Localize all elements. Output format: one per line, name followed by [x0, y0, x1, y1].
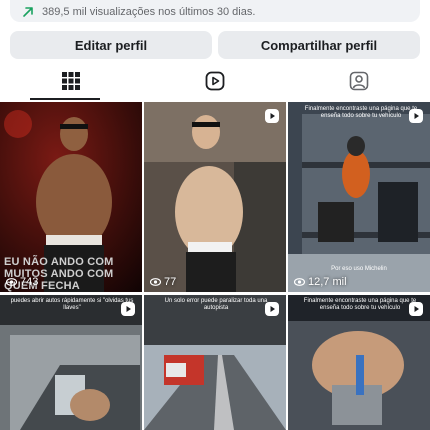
- profile-tabs: [0, 62, 430, 100]
- eye-icon: [150, 278, 161, 286]
- view-count: 743: [6, 276, 38, 288]
- post-thumbnail[interactable]: puedes abrir autos rápidamente si "olvid…: [0, 295, 142, 430]
- reel-badge-icon: [121, 302, 135, 316]
- post-thumbnail[interactable]: Finalmente encontraste una página que te…: [288, 102, 430, 292]
- post-caption: puedes abrir autos rápidamente si "olvid…: [10, 298, 134, 312]
- view-count-value: 12,7 mil: [308, 276, 347, 288]
- eye-icon: [294, 278, 305, 286]
- view-count: 77: [150, 276, 176, 288]
- view-count-value: 77: [164, 276, 177, 288]
- view-count-value: 743: [20, 276, 39, 288]
- edit-profile-button[interactable]: Editar perfil: [10, 31, 212, 59]
- reels-icon: [205, 71, 225, 91]
- post-image: [288, 102, 430, 292]
- insights-text: 389,5 mil visualizações nos últimos 30 d…: [42, 6, 256, 18]
- active-tab-indicator: [30, 98, 100, 100]
- profile-page: 389,5 mil visualizações nos últimos 30 d…: [0, 0, 430, 430]
- post-thumbnail[interactable]: 77: [144, 102, 286, 292]
- reel-badge-icon: [265, 109, 279, 123]
- tab-posts-grid[interactable]: [56, 68, 86, 94]
- reel-badge-icon: [409, 302, 423, 316]
- insights-card[interactable]: 389,5 mil visualizações nos últimos 30 d…: [10, 0, 420, 22]
- post-caption: Un solo error puede paralizar toda una a…: [164, 298, 268, 312]
- post-thumbnail[interactable]: Un solo error puede paralizar toda una a…: [144, 295, 286, 430]
- post-image: [144, 102, 286, 292]
- trend-up-icon: [23, 7, 33, 17]
- post-caption: Finalmente encontraste una página que te…: [304, 106, 418, 119]
- post-caption: Finalmente encontraste una página que te…: [303, 298, 417, 312]
- eye-icon: [6, 278, 17, 286]
- grid-icon: [62, 72, 80, 90]
- reel-badge-icon: [265, 302, 279, 316]
- tab-tagged[interactable]: [344, 68, 374, 94]
- view-count: 12,7 mil: [294, 276, 347, 288]
- post-subcaption: Por eso uso Michelin: [331, 266, 387, 272]
- tab-reels[interactable]: [200, 68, 230, 94]
- reel-badge-icon: [409, 109, 423, 123]
- posts-grid: EU NÃO ANDO COM MUITOS ANDO COM QUEM FEC…: [0, 102, 430, 430]
- post-thumbnail[interactable]: EU NÃO ANDO COM MUITOS ANDO COM QUEM FEC…: [0, 102, 142, 292]
- share-profile-button[interactable]: Compartilhar perfil: [218, 31, 420, 59]
- post-thumbnail[interactable]: Finalmente encontraste una página que te…: [288, 295, 430, 430]
- tagged-icon: [349, 71, 369, 91]
